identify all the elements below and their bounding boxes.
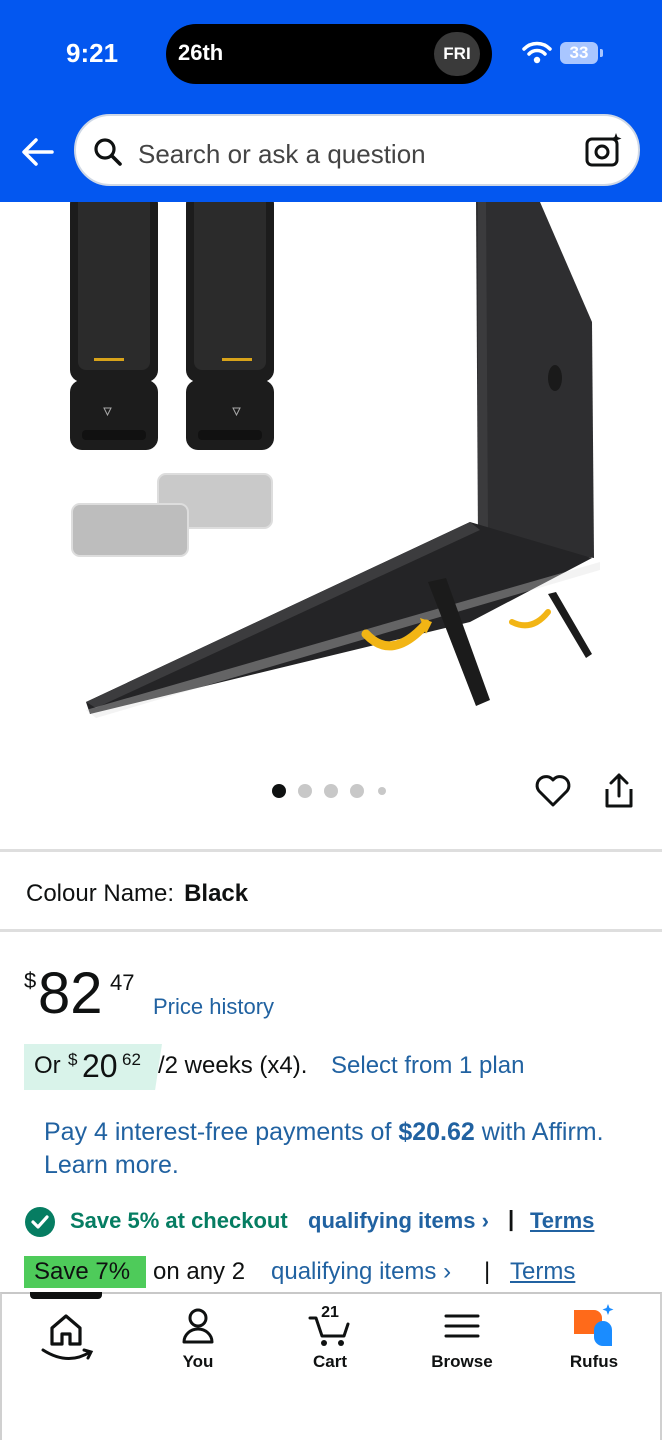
colour-value: Black (184, 880, 249, 907)
pagination-dot[interactable] (298, 784, 312, 798)
price-currency: $ (24, 968, 37, 993)
tab-you[interactable]: You (148, 1304, 248, 1380)
tab-browse[interactable]: Browse (412, 1304, 512, 1380)
island-date: 26th (178, 40, 224, 65)
promotion-badge: Save 7% (24, 1256, 146, 1288)
search-bar[interactable]: Search or ask a question (74, 114, 640, 186)
stand-leg-left (70, 202, 158, 450)
affirm-amount: $20.62 (398, 1118, 475, 1146)
select-plan-link[interactable]: Select from 1 plan (331, 1052, 524, 1080)
promotion-qualifying-items-link[interactable]: qualifying items › (271, 1258, 451, 1286)
pagination-dot[interactable] (324, 784, 338, 798)
check-circle-icon (25, 1207, 55, 1237)
price-fraction: 47 (110, 970, 135, 995)
smile-icon (41, 1348, 94, 1360)
coupon-terms-link[interactable]: Terms (530, 1208, 594, 1234)
pagination-dot-active[interactable] (272, 784, 286, 798)
status-time: 9:21 (66, 38, 119, 68)
installment-period: /2 weeks (x4). (158, 1052, 308, 1079)
menu-icon (444, 1314, 480, 1338)
section-divider (0, 929, 662, 932)
user-icon (182, 1308, 214, 1344)
tab-cart[interactable]: 21 Cart (280, 1304, 380, 1380)
promotion-separator: | (484, 1258, 491, 1285)
section-divider (0, 849, 662, 852)
promotion-badge-text: Save 7% (34, 1258, 131, 1285)
promotion-terms-link[interactable]: Terms (510, 1258, 575, 1286)
pagination-dot[interactable] (378, 787, 386, 795)
back-arrow-icon[interactable] (18, 132, 58, 172)
stand-leg-right (186, 202, 274, 450)
heart-icon[interactable] (534, 772, 572, 810)
promotion-text: on any 2 (153, 1258, 246, 1285)
active-tab-indicator (30, 1292, 102, 1299)
coupon-qualifying-items-link[interactable]: qualifying items › (308, 1208, 489, 1234)
search-input[interactable]: Search or ask a question (138, 139, 426, 170)
battery-icon: 33 (560, 42, 603, 64)
product-image[interactable] (0, 202, 662, 742)
colour-name-row: Colour Name: Black (26, 880, 248, 908)
installment-fraction: 62 (122, 1050, 141, 1069)
price-history-link[interactable]: Price history (153, 994, 274, 1020)
cart-icon (308, 1316, 350, 1346)
installment-currency: $ (68, 1050, 78, 1069)
tab-browse-label: Browse (431, 1352, 493, 1371)
search-icon (94, 138, 122, 166)
share-icon[interactable] (602, 772, 636, 810)
tab-rufus[interactable]: Rufus (544, 1304, 644, 1380)
installment-or: Or (34, 1052, 61, 1079)
home-icon (50, 1314, 82, 1346)
rufus-icon (574, 1304, 614, 1346)
affirm-text-before: Pay 4 interest-free payments of (44, 1118, 399, 1146)
tab-you-label: You (182, 1352, 214, 1371)
camera-lens-icon[interactable] (584, 132, 624, 170)
coupon-text: Save 5% at checkout (70, 1208, 288, 1233)
tab-cart-label: Cart (312, 1352, 347, 1371)
price-whole: 82 (38, 961, 103, 1026)
installment-whole: 20 (82, 1048, 118, 1084)
pagination-dot[interactable] (350, 784, 364, 798)
island-day-badge: FRI (434, 32, 480, 76)
tab-home[interactable] (16, 1304, 116, 1380)
coupon-separator: | (508, 1206, 515, 1231)
colour-label: Colour Name: (26, 880, 175, 907)
wifi-icon (522, 41, 552, 64)
affirm-link[interactable]: Pay 4 interest-free payments of $20.62 w… (44, 1116, 624, 1182)
tab-rufus-label: Rufus (569, 1352, 619, 1371)
